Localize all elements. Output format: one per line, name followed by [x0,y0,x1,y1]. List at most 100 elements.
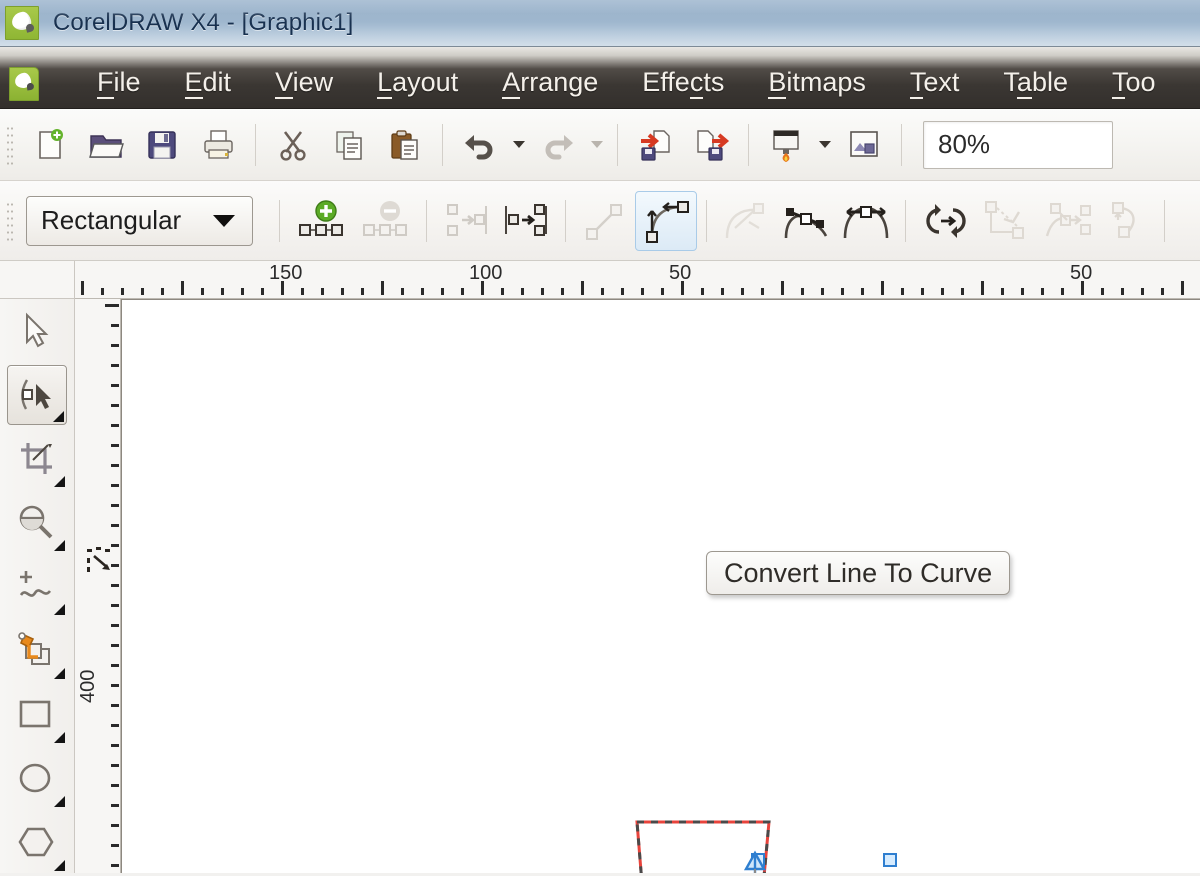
drawing-canvas[interactable] [121,299,1200,873]
zoom-tool-flyout-arrow[interactable] [54,540,65,551]
ruler-tick [111,424,119,427]
smooth-node-button[interactable] [776,195,836,247]
zoom-tool[interactable] [7,493,67,553]
extract-subpath-button[interactable] [1037,195,1099,247]
convert-to-line-button[interactable] [575,195,635,247]
shape-tool-flyout-arrow[interactable] [53,411,64,422]
paste-button[interactable] [377,119,433,171]
print-button[interactable] [190,119,246,171]
ruler-label: 150 [269,262,303,284]
menu-item-effects[interactable]: Effects [620,64,746,101]
ruler-tick [111,444,119,447]
ellipse-tool[interactable] [7,749,67,809]
ruler-tick [111,784,119,787]
smart-fill-tool-flyout-arrow[interactable] [54,668,65,679]
undo-dropdown-arrow[interactable] [508,119,530,171]
ruler-tick [111,464,119,467]
redo-button[interactable] [530,119,586,171]
application-launcher-button[interactable] [758,119,814,171]
menu-item-arrange[interactable]: Arrange [480,64,620,101]
ruler-tick [881,281,884,295]
ruler-tick [111,364,119,367]
vertical-ruler[interactable]: 400350300 [75,299,121,873]
menu-item-table[interactable]: Table [981,64,1090,101]
horizontal-ruler[interactable]: 150 100 50 50 [75,261,1200,299]
convert-to-curve-button[interactable] [635,190,697,251]
menu-bar: File Edit View Layout Arrange Effects Bi… [0,47,1200,109]
freehand-tool-flyout-arrow[interactable] [54,604,65,615]
undo-button[interactable] [452,119,508,171]
ellipse-tool-flyout-arrow[interactable] [54,796,65,807]
ruler-tick [111,824,119,827]
extend-curve-button[interactable] [977,195,1037,247]
document-icon[interactable] [9,66,39,101]
menu-item-file[interactable]: File [75,64,163,101]
break-curve-button[interactable] [496,195,556,247]
menu-items: File Edit View Layout Arrange Effects Bi… [75,64,1178,101]
open-document-button[interactable] [78,119,134,171]
toolbar-grip[interactable] [6,124,13,165]
zoom-level-value: 80% [938,129,991,159]
reverse-direction-button[interactable] [915,195,977,247]
ruler-tick [381,281,384,295]
import-button[interactable] [627,119,683,171]
tooltip: Convert Line To Curve [706,551,1011,595]
ruler-tick [1061,288,1064,295]
rectangle-tool[interactable] [7,685,67,745]
crop-tool-flyout-arrow[interactable] [54,476,65,487]
workspace: 150 100 50 50 400350300 [0,261,1200,873]
smart-fill-tool[interactable] [7,621,67,681]
toolbar-separator [901,123,902,166]
pick-tool[interactable] [7,301,67,361]
add-node-button[interactable] [289,195,353,247]
ruler-tick [111,804,119,807]
cusp-node-button[interactable] [716,195,776,247]
crop-tool[interactable] [7,429,67,489]
toolbar-separator [748,123,749,166]
menu-item-layout[interactable]: Layout [355,64,480,101]
property-bar: Rectangular [0,181,1200,261]
ruler-tick [1181,281,1184,295]
zoom-level-input[interactable]: 80% [923,120,1113,169]
menu-item-bitmaps[interactable]: Bitmaps [746,64,888,101]
rectangle-tool-flyout-arrow[interactable] [54,732,65,743]
ruler-tick [441,288,444,295]
ruler-tick [141,288,144,295]
copy-button[interactable] [321,119,377,171]
new-document-button[interactable] [22,119,78,171]
delete-node-button[interactable] [353,195,417,247]
shape-tool[interactable] [7,365,67,425]
redo-dropdown-arrow[interactable] [586,119,608,171]
ruler-tick [541,288,544,295]
freehand-tool[interactable] [7,557,67,617]
property-bar-grip[interactable] [6,200,13,241]
ruler-tick [111,684,119,687]
ruler-tick [111,704,119,707]
join-nodes-button[interactable] [436,195,496,247]
document-page[interactable] [121,299,1200,873]
ruler-tick [341,288,344,295]
close-curve-button[interactable] [1099,195,1155,247]
title-bar: CorelDRAW X4 - [Graphic1] [0,0,1200,47]
polygon-tool-flyout-arrow[interactable] [54,860,65,871]
select-mode-dropdown[interactable]: Rectangular [26,195,253,246]
application-launcher-dropdown-arrow[interactable] [814,119,836,171]
ruler-tick [81,281,84,295]
menu-item-view[interactable]: View [253,64,355,101]
move-origin-icon[interactable] [86,547,120,579]
ruler-tick [221,288,224,295]
cut-button[interactable] [265,119,321,171]
ruler-tick [1161,288,1164,295]
corel-online-button[interactable] [836,119,892,171]
symmetrical-node-button[interactable] [836,195,896,247]
menu-item-edit[interactable]: Edit [163,64,254,101]
ruler-origin-corner[interactable] [0,261,75,299]
polygon-tool[interactable] [7,813,67,873]
ruler-tick [111,644,119,647]
select-mode-value: Rectangular [41,205,182,235]
menu-item-text[interactable]: Text [888,64,982,101]
coreldraw-icon[interactable] [5,6,39,40]
export-button[interactable] [683,119,739,171]
menu-item-tools[interactable]: Too [1090,64,1178,101]
save-document-button[interactable] [134,119,190,171]
